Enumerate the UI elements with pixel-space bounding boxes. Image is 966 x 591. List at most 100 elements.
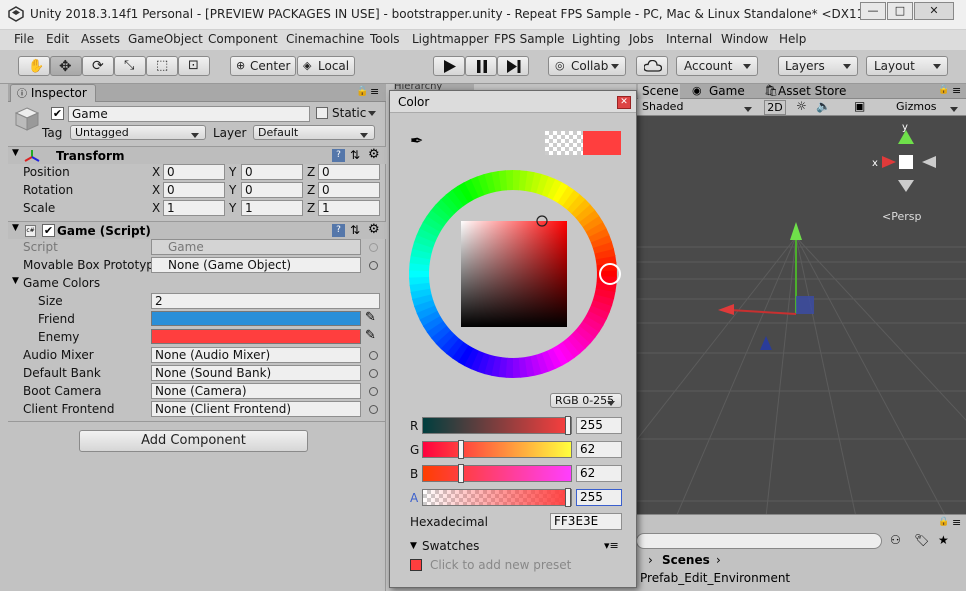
- help-icon[interactable]: ?: [332, 224, 345, 237]
- pivot-center-button[interactable]: ⊕ Center: [230, 56, 296, 76]
- layer-dropdown[interactable]: Default: [253, 125, 375, 140]
- shading-mode-dropdown[interactable]: Shaded: [638, 100, 758, 115]
- help-icon[interactable]: ?: [332, 149, 345, 162]
- a-value-field[interactable]: 255: [576, 489, 622, 506]
- preset-icon[interactable]: ⇅: [350, 148, 360, 162]
- breadcrumb-scenes[interactable]: Scenes: [662, 553, 710, 567]
- tag-dropdown[interactable]: Untagged: [70, 125, 206, 140]
- b-value-field[interactable]: 62: [576, 465, 622, 482]
- effects-toggle-icon[interactable]: ▣: [854, 99, 865, 113]
- add-preset-hint[interactable]: Click to add new preset: [430, 558, 571, 572]
- rotation-z-field[interactable]: 0: [318, 182, 380, 198]
- a-slider[interactable]: [422, 488, 572, 507]
- collab-dropdown[interactable]: ◎ Collab: [548, 56, 626, 76]
- lock-icon[interactable]: 🔒: [938, 517, 949, 527]
- close-window-button[interactable]: ✕: [914, 2, 954, 20]
- object-picker-icon[interactable]: [369, 261, 378, 270]
- menu-window[interactable]: Window: [721, 32, 768, 46]
- menu-component[interactable]: Component: [208, 32, 278, 46]
- position-z-field[interactable]: 0: [318, 164, 380, 180]
- menu-lighting[interactable]: Lighting: [572, 32, 621, 46]
- audio-mixer-field[interactable]: None (Audio Mixer): [151, 347, 361, 363]
- color-mode-dropdown[interactable]: RGB 0-255: [550, 393, 622, 408]
- r-value-field[interactable]: 255: [576, 417, 622, 434]
- preset-icon[interactable]: ⇅: [350, 223, 360, 237]
- layers-dropdown[interactable]: Layers: [778, 56, 858, 76]
- boot-camera-field[interactable]: None (Camera): [151, 383, 361, 399]
- menu-edit[interactable]: Edit: [46, 32, 69, 46]
- g-slider-handle[interactable]: [458, 440, 464, 459]
- add-component-button[interactable]: Add Component: [79, 430, 308, 452]
- size-field[interactable]: 2: [151, 293, 380, 309]
- play-button[interactable]: [433, 56, 465, 76]
- r-slider-handle[interactable]: [565, 416, 571, 435]
- b-slider[interactable]: [422, 464, 572, 483]
- object-picker-icon[interactable]: [369, 369, 378, 378]
- rotation-y-field[interactable]: 0: [241, 182, 303, 198]
- audio-toggle-icon[interactable]: 🔈: [816, 99, 831, 113]
- hex-value-field[interactable]: FF3E3E: [550, 513, 622, 530]
- client-frontend-field[interactable]: None (Client Frontend): [151, 401, 361, 417]
- filter-label-icon[interactable]: 🏷: [914, 533, 929, 547]
- g-value-field[interactable]: 62: [576, 441, 622, 458]
- menu-jobs[interactable]: Jobs: [629, 32, 654, 46]
- game-colors-label[interactable]: Game Colors: [23, 276, 100, 290]
- movable-box-field[interactable]: None (Game Object): [151, 257, 361, 273]
- position-x-field[interactable]: 0: [163, 164, 225, 180]
- scene-view[interactable]: Scene ◉ Game 🛍 Asset Store 🔒 ≡ Shaded 2D…: [636, 84, 966, 514]
- gear-icon[interactable]: ⚙: [368, 222, 380, 237]
- swatches-menu-icon[interactable]: ▾≡: [604, 539, 619, 552]
- lock-icon[interactable]: 🔒: [356, 86, 368, 97]
- project-item[interactable]: Prefab_Edit_Environment: [640, 571, 790, 585]
- 2d-toggle[interactable]: 2D: [764, 100, 786, 115]
- menu-fps-sample[interactable]: FPS Sample: [494, 32, 565, 46]
- layout-dropdown[interactable]: Layout: [866, 56, 948, 76]
- tab-menu-icon[interactable]: ≡: [952, 84, 961, 97]
- tab-asset-store[interactable]: Asset Store: [778, 84, 846, 98]
- swatches-label[interactable]: Swatches: [422, 539, 479, 553]
- cloud-button[interactable]: [636, 56, 668, 76]
- x-axis-handle[interactable]: [718, 304, 734, 315]
- scale-x-field[interactable]: 1: [163, 200, 225, 216]
- tab-menu-icon[interactable]: ≡: [370, 85, 379, 98]
- menu-lightmapper[interactable]: Lightmapper: [412, 32, 489, 46]
- rotation-x-field[interactable]: 0: [163, 182, 225, 198]
- gizmos-dropdown[interactable]: Gizmos: [892, 100, 964, 115]
- project-search-input[interactable]: [636, 533, 882, 549]
- object-name-input[interactable]: Game: [68, 106, 310, 122]
- gear-icon[interactable]: ⚙: [368, 147, 380, 162]
- menu-internal[interactable]: Internal: [666, 32, 712, 46]
- rotate-tool-button[interactable]: ⟳: [82, 56, 114, 76]
- rect-tool-button[interactable]: ⬚: [146, 56, 178, 76]
- b-slider-handle[interactable]: [458, 464, 464, 483]
- move-tool-button[interactable]: ✥: [50, 56, 82, 76]
- tab-inspector[interactable]: ⓘ Inspector: [10, 84, 96, 102]
- lock-icon[interactable]: 🔒: [938, 85, 949, 95]
- maximize-button[interactable]: □: [887, 2, 913, 20]
- r-slider[interactable]: [422, 416, 572, 435]
- y-axis-handle[interactable]: [790, 222, 802, 240]
- eyedropper-icon[interactable]: ✒: [410, 131, 423, 150]
- object-picker-icon[interactable]: [369, 387, 378, 396]
- eyedropper-icon[interactable]: ✎: [365, 310, 376, 325]
- collapse-arrow-icon[interactable]: ▼: [410, 541, 417, 551]
- menu-tools[interactable]: Tools: [370, 32, 400, 46]
- tab-scene[interactable]: Scene: [638, 84, 680, 99]
- color-wheel[interactable]: [405, 166, 621, 382]
- account-dropdown[interactable]: Account: [676, 56, 758, 76]
- menu-cinemachine[interactable]: Cinemachine: [286, 32, 364, 46]
- active-checkbox[interactable]: ✔: [51, 107, 64, 120]
- transform-header[interactable]: ▼ Transform ? ⇅ ⚙: [8, 146, 386, 164]
- eyedropper-icon[interactable]: ✎: [365, 328, 376, 343]
- menu-gameobject[interactable]: GameObject: [128, 32, 203, 46]
- z-axis-handle[interactable]: [760, 336, 772, 350]
- tab-menu-icon[interactable]: ≡: [952, 516, 961, 529]
- friend-color-field[interactable]: [151, 311, 361, 326]
- enemy-color-field[interactable]: [151, 329, 361, 344]
- preset-swatch[interactable]: [410, 559, 422, 571]
- lighting-toggle-icon[interactable]: ☼: [796, 99, 807, 113]
- hand-tool-button[interactable]: ✋: [18, 56, 50, 76]
- step-button[interactable]: [497, 56, 529, 76]
- menu-file[interactable]: File: [14, 32, 34, 46]
- game-script-header[interactable]: ▼ c# ✔ Game (Script) ? ⇅ ⚙: [8, 221, 386, 239]
